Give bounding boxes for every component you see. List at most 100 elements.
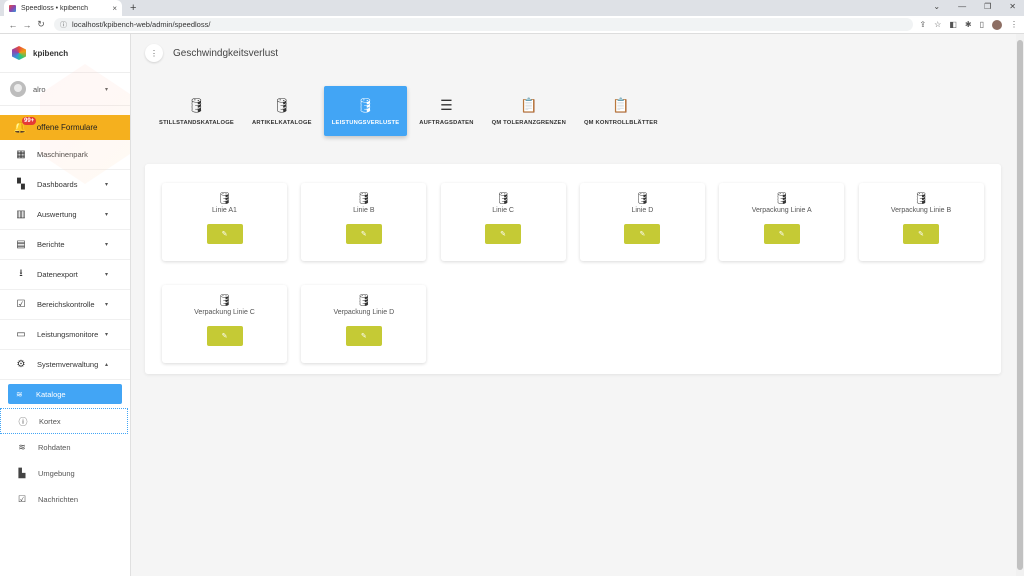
line-name: Linie C [492,207,514,214]
kebab-menu-icon[interactable]: ⋮ [1010,20,1018,29]
database-icon: 🛢 [272,96,291,113]
caret-icon: ▾ [104,242,108,248]
info-icon: ⓘ [18,416,28,427]
new-tab-icon[interactable]: + [130,0,136,16]
edit-button[interactable]: ✎ [485,224,522,244]
sidebar-item-leistungsmonitore[interactable]: ▭ Leistungsmonitore ▾ [0,320,130,350]
checklist-icon: ☰ [440,96,453,113]
sidebar-subitem-rohdaten[interactable]: ≋ Rohdaten [0,434,130,460]
brand-name: kpibench [33,48,69,58]
database-icon: 🛢 [495,191,511,205]
sidebar-item-maschinenpark[interactable]: ▦ Maschinenpark [0,140,130,170]
sidebar-item-systemverwaltung[interactable]: ⚙ Systemverwaltung ▴ [0,350,130,380]
tab-search-icon[interactable]: ⌄ [933,2,940,11]
edit-button[interactable]: ✎ [345,224,382,244]
sidebar-item-label: Datenexport [37,270,78,279]
maximize-icon[interactable]: ❐ [984,2,991,11]
puzzle-icon[interactable]: ✱ [965,20,972,29]
tab-artikelkataloge[interactable]: 🛢 ARTIKELKATALOGE [246,86,318,136]
info-icon[interactable]: ⓘ [60,20,67,30]
tab-close-icon[interactable]: × [112,4,117,13]
sidebar-item-label: Berichte [37,240,65,249]
sidebar: kpibench alro ▾ 🔔 99+ offene Formulare ▦… [0,34,131,576]
clipboard-check-icon: ☑ [17,493,27,504]
edit-button[interactable]: ✎ [345,326,382,346]
database-icon: 🛢 [634,191,650,205]
sidebar-subitem-nachrichten[interactable]: ☑ Nachrichten [0,486,130,512]
minimize-icon[interactable]: — [958,2,966,11]
sidebar-item-bereichskontrolle[interactable]: ☑ Bereichskontrolle ▾ [0,290,130,320]
sidebar-item-label: Bereichskontrolle [37,300,95,309]
tab-stillstandskataloge[interactable]: 🛢 STILLSTANDSKATALOGE [153,86,240,136]
catalog-tabs: 🛢 STILLSTANDSKATALOGE 🛢 ARTIKELKATALOGE 🛢 LEI… [153,86,1024,136]
line-card: 🛢 Linie C ✎ [440,183,566,261]
sidebar-item-berichte[interactable]: ▤ Berichte ▾ [0,230,130,260]
extension-icon[interactable]: ◧ [949,20,957,29]
edit-button[interactable]: ✎ [763,224,800,244]
sidebar-subitem-umgebung[interactable]: ▙ Umgebung [0,460,130,486]
sidebar-item-auswertung[interactable]: ▥ Auswertung ▾ [0,200,130,230]
sidebar-item-dashboards[interactable]: ▚ Dashboards ▾ [0,170,130,200]
scrollbar[interactable] [1016,34,1024,576]
notification-badge: 99+ [22,117,37,125]
line-name: Verpackung Linie C [194,309,255,316]
tab-qm-toleranzgrenzen[interactable]: 📋 QM TOLERANZGRENZEN [486,86,572,136]
database-icon: 🛢 [216,191,233,205]
caret-icon: ▾ [104,212,108,218]
caret-icon: ▴ [104,362,108,368]
sidebar-subitem-label: Kortex [39,416,61,426]
clipboard-check-icon: 📋 [520,96,538,113]
extension-icons: ⇪ ☆ ◧ ✱ ▯ ⋮ [919,19,1018,30]
tab-auftragsdaten[interactable]: ☰ AUFTRAGSDATEN [413,86,479,136]
edit-button[interactable]: ✎ [206,326,243,346]
scrollbar-thumb[interactable] [1017,40,1023,570]
star-icon[interactable]: ☆ [934,20,941,29]
browser-tab-title: Speedloss • kpibench [21,4,89,12]
brand[interactable]: kpibench [0,34,130,72]
edit-button[interactable]: ✎ [624,224,661,244]
edit-button[interactable]: ✎ [903,224,939,244]
database-icon: 🛢 [356,293,372,307]
line-name: Verpackung Linie A [751,207,812,214]
back-icon[interactable]: ← [6,20,20,30]
sidebar-item-datenexport[interactable]: ⭳ Datenexport ▾ [0,260,130,290]
tab-label: QM KONTROLLBLÄTTER [583,119,658,126]
line-name: Linie D [631,207,654,214]
tab-label: ARTIKELKATALOGE [251,119,312,126]
forward-icon[interactable]: → [20,20,34,30]
browser-tab[interactable]: Speedloss • kpibench × [4,0,122,16]
tab-qm-kontrollblätter[interactable]: 📋 QM KONTROLLBLÄTTER [578,86,664,136]
page-title: Geschwindgkeitsverlust [173,47,279,59]
download-icon: ⭳ [19,268,23,279]
lines-panel: 🛢 Linie A1 ✎ 🛢 Linie B ✎ 🛢 Linie C ✎ 🛢 Linie D ✎ 🛢 Ve… [145,164,1001,374]
caret-down-icon: ▾ [104,86,108,93]
window-close-icon[interactable]: ✕ [1009,2,1016,11]
address-bar[interactable]: ⓘ localhost/kpibench-web/admin/speedloss… [54,18,914,31]
tab-leistungsverluste[interactable]: 🛢 LEISTUNGSVERLUSTE [323,86,408,136]
share-icon[interactable]: ⇪ [919,20,926,29]
database-icon: 🛢 [913,191,929,205]
clipboard-check-icon: 📋 [612,96,630,113]
user-menu[interactable]: alro ▾ [0,72,130,106]
window-controls: ⌄ — ❐ ✕ [933,2,1016,11]
user-name: alro [33,84,46,94]
open-forms-item[interactable]: 🔔 99+ offene Formulare [0,115,130,140]
sidebar-subitem-label: Kataloge [36,389,66,399]
edit-button[interactable]: ✎ [206,224,243,244]
reload-icon[interactable]: ↻ [34,19,48,30]
sidebar-subitem-kataloge[interactable]: ≋ Kataloge [8,384,122,404]
tab-label: STILLSTANDSKATALOGE [159,119,234,126]
sidebar-subitem-label: Nachrichten [38,494,79,504]
report-icon: ▤ [16,239,26,250]
sidebar-item-label: Maschinenpark [37,150,88,159]
sidepanel-icon[interactable]: ▯ [980,20,984,29]
open-forms-label: offene Formulare [36,123,98,132]
browser-tab-strip: Speedloss • kpibench × + ⌄ — ❐ ✕ [0,0,1024,16]
tab-label: AUFTRAGSDATEN [419,119,474,126]
sidebar-subitem-kortex[interactable]: ⓘ Kortex [0,408,128,434]
menu-toggle-button[interactable]: ⋮ [145,44,163,62]
line-card: 🛢 Verpackung Linie D ✎ [301,285,427,363]
profile-avatar[interactable] [992,19,1002,30]
caret-icon: ▾ [104,182,108,188]
line-name: Linie A1 [212,207,237,214]
